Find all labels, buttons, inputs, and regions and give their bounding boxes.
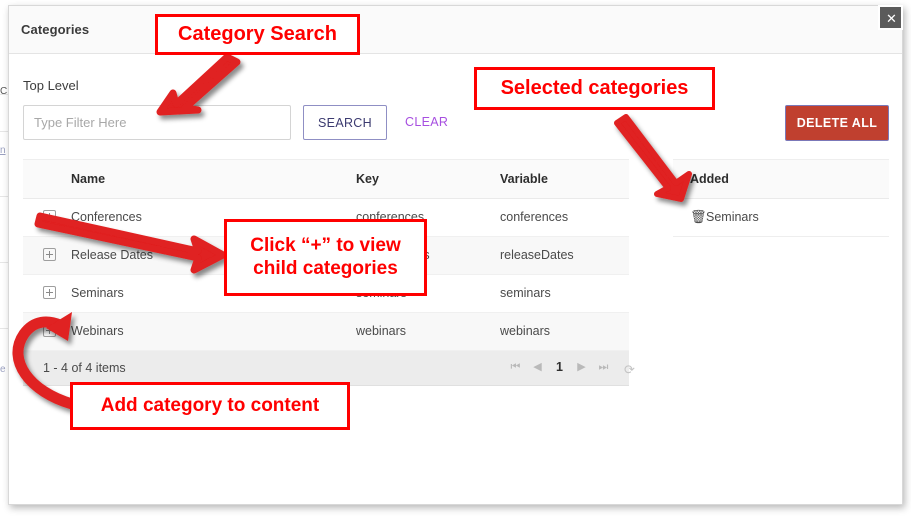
arrow-selected-categories — [614, 114, 692, 202]
annotation-selected-categories: Selected categories — [474, 67, 715, 110]
annotation-category-search: Category Search — [155, 14, 360, 55]
annotation-add-category: Add category to content — [70, 382, 350, 430]
arrow-add-category — [12, 312, 78, 410]
arrow-click-plus — [34, 212, 227, 274]
arrow-category-search — [156, 53, 241, 116]
annotation-click-plus: Click “+” to view child categories — [224, 219, 427, 296]
annotation-arrows — [12, 53, 692, 410]
